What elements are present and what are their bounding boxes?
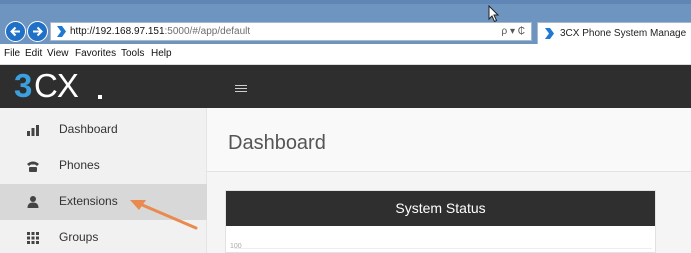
bar-chart-icon: [27, 125, 39, 136]
back-button[interactable]: [5, 21, 26, 42]
logo-three: 3: [14, 67, 32, 104]
browser-tab[interactable]: 3CX Phone System Manage: [537, 22, 691, 44]
browser-menubar: File Edit View Favorites Tools Help: [0, 44, 691, 65]
menu-file[interactable]: File: [4, 44, 20, 64]
site-chevron-icon: [57, 26, 66, 37]
browser-titlebar: http://192.168.97.151:5000/#/app/default…: [0, 0, 691, 44]
address-bar[interactable]: http://192.168.97.151:5000/#/app/default…: [50, 22, 532, 41]
sidebar-item-label: Phones: [59, 158, 100, 172]
menu-tools[interactable]: Tools: [121, 44, 144, 64]
phone-icon: [27, 161, 39, 172]
menu-help[interactable]: Help: [151, 44, 172, 64]
page-title: Dashboard: [228, 132, 326, 154]
address-tools[interactable]: ρ ▾ ₵: [502, 23, 526, 40]
main-content: Dashboard System Status 100: [207, 108, 691, 253]
sidebar-item-dashboard[interactable]: Dashboard: [0, 112, 207, 148]
chart-gridline: [234, 248, 652, 249]
menu-favorites[interactable]: Favorites: [75, 44, 116, 64]
back-arrow-icon: [10, 26, 20, 37]
screenshot-root: http://192.168.97.151:5000/#/app/default…: [0, 0, 691, 253]
annotation-arrow-icon: [130, 200, 198, 230]
tab-title: 3CX Phone System Manage: [560, 28, 687, 39]
page-header: Dashboard: [207, 108, 691, 172]
forward-arrow-icon: [33, 26, 43, 37]
titlebar-edge: [0, 0, 691, 4]
sidebar-item-label: Extensions: [59, 194, 118, 208]
app-topbar: 3 CX: [0, 65, 691, 108]
logo-dot: [98, 95, 102, 99]
logo-cx: CX: [34, 67, 79, 104]
forward-button[interactable]: [27, 21, 48, 42]
menu-edit[interactable]: Edit: [25, 44, 42, 64]
grid-icon: [27, 232, 39, 244]
sidebar-item-phones[interactable]: Phones: [0, 148, 207, 184]
panel-title: System Status: [226, 191, 655, 226]
sidebar-item-label: Dashboard: [59, 122, 118, 136]
sidebar-item-label: Groups: [59, 230, 99, 244]
system-status-panel: System Status 100: [225, 190, 656, 253]
menu-view[interactable]: View: [47, 44, 69, 64]
address-url: http://192.168.97.151:5000/#/app/default: [70, 26, 251, 37]
chart-y-tick: 100: [230, 243, 242, 250]
mouse-cursor-icon: [488, 5, 500, 23]
menu-toggle-icon[interactable]: [235, 85, 247, 93]
user-icon: [27, 196, 39, 208]
tab-favicon-icon: [545, 28, 554, 39]
